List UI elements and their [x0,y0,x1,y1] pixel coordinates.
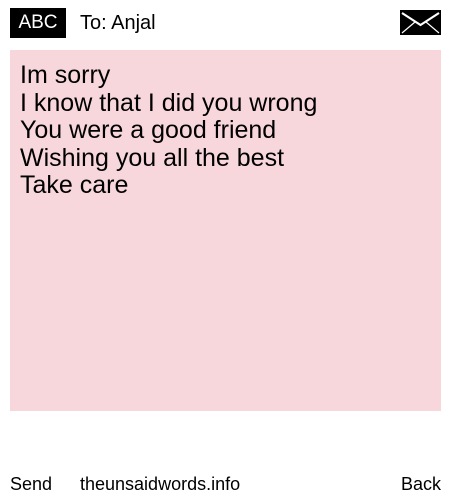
send-button[interactable]: Send [10,472,52,496]
message-line: You were a good friend [20,116,277,144]
back-button[interactable]: Back [401,472,441,496]
message-line: I know that I did you wrong [20,89,318,117]
envelope-icon [400,10,441,35]
message-header: ABC To: Anjal [0,0,450,46]
input-mode-badge: ABC [10,8,66,38]
message-line: Im sorry [20,61,111,89]
site-link[interactable]: theunsaidwords.info [80,472,240,496]
recipient-label: To: Anjal [80,12,156,34]
message-text-area[interactable]: Im sorry I know that I did you wrong You… [10,50,441,411]
message-line: Take care [20,171,129,199]
message-line: Wishing you all the best [20,144,285,172]
